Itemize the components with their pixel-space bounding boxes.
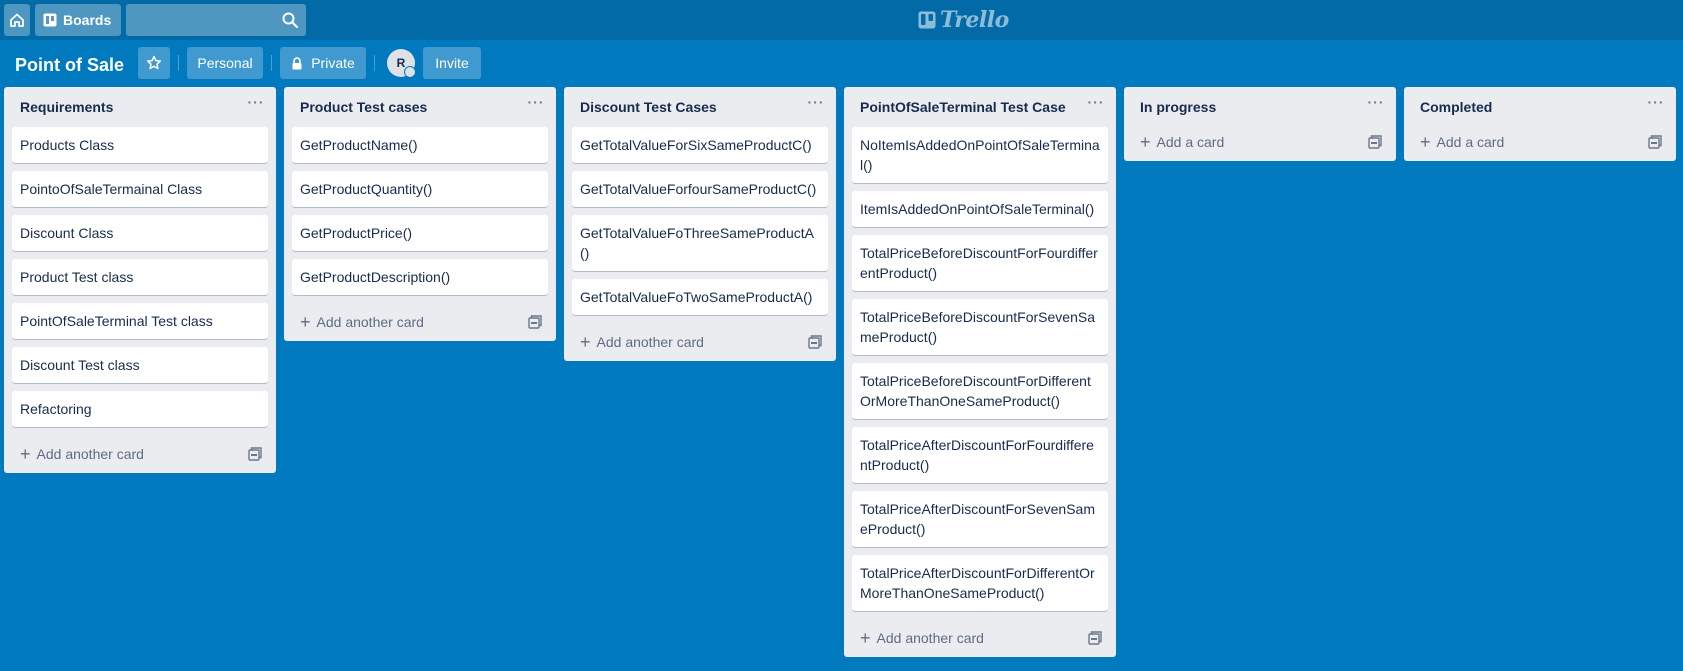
add-card-button[interactable]: + Add another card [844, 619, 1116, 657]
card[interactable]: Refactoring [12, 391, 268, 427]
card[interactable]: GetTotalValueForfourSameProductC() [572, 171, 828, 207]
header-divider [271, 55, 272, 71]
card[interactable]: GetProductQuantity() [292, 171, 548, 207]
search-box[interactable] [126, 4, 306, 36]
list-title[interactable]: Requirements [20, 99, 113, 115]
list-menu-icon[interactable]: ··· [1366, 95, 1386, 115]
card[interactable]: GetProductPrice() [292, 215, 548, 251]
card[interactable]: Product Test class [12, 259, 268, 295]
boards-icon [43, 13, 57, 27]
list-title[interactable]: In progress [1140, 99, 1216, 115]
list-title[interactable]: Completed [1420, 99, 1492, 115]
invite-label: Invite [435, 55, 469, 71]
list-menu-icon[interactable]: ··· [806, 95, 826, 115]
admin-badge-icon [404, 66, 416, 78]
plus-icon: + [300, 312, 311, 332]
card-template-icon[interactable] [248, 447, 262, 461]
card[interactable]: TotalPriceBeforeDiscountForSevenSameProd… [852, 299, 1108, 355]
list-title[interactable]: PointOfSaleTerminal Test Case [860, 99, 1066, 115]
add-card-button[interactable]: + Add another card [284, 303, 556, 341]
add-card-button[interactable]: + Add another card [4, 435, 276, 473]
list-menu-icon[interactable]: ··· [526, 95, 546, 115]
card[interactable]: GetTotalValueFoTwoSameProductA() [572, 279, 828, 315]
trello-logo[interactable]: Trello [918, 7, 1009, 33]
list-header[interactable]: PointOfSaleTerminal Test Case ··· [844, 87, 1116, 127]
list-requirements: Requirements ··· Products Class PointoOf… [4, 87, 276, 473]
top-header: Boards Trello [0, 0, 1683, 40]
plus-icon: + [580, 332, 591, 352]
add-card-button[interactable]: + Add a card [1124, 123, 1396, 161]
add-card-label: Add another card [596, 334, 704, 350]
privacy-button[interactable]: Private [280, 47, 366, 79]
card[interactable]: TotalPriceBeforeDiscountForFourdifferent… [852, 235, 1108, 291]
list-product-test-cases: Product Test cases ··· GetProductName() … [284, 87, 556, 341]
plus-icon: + [20, 444, 31, 464]
list-header[interactable]: Discount Test Cases ··· [564, 87, 836, 127]
trello-logo-icon [918, 11, 936, 29]
search-input[interactable] [126, 4, 276, 36]
card-template-icon[interactable] [808, 335, 822, 349]
add-card-label: Add another card [316, 314, 424, 330]
card-template-icon[interactable] [1088, 631, 1102, 645]
card[interactable]: TotalPriceBeforeDiscountForDifferentOrMo… [852, 363, 1108, 419]
lock-icon [292, 56, 302, 69]
personal-label: Personal [197, 55, 253, 71]
add-card-label: Add another card [36, 446, 144, 462]
list-menu-icon[interactable]: ··· [246, 95, 266, 115]
trello-logo-text: Trello [940, 7, 1009, 33]
card[interactable]: Discount Test class [12, 347, 268, 383]
list-menu-icon[interactable]: ··· [1646, 95, 1666, 115]
card[interactable]: TotalPriceAfterDiscountForFourdifferentP… [852, 427, 1108, 483]
card[interactable]: GetTotalValueForSixSameProductC() [572, 127, 828, 163]
card[interactable]: PointoOfSaleTermainal Class [12, 171, 268, 207]
invite-button[interactable]: Invite [423, 47, 481, 79]
list-title[interactable]: Discount Test Cases [580, 99, 717, 115]
search-icon[interactable] [282, 12, 298, 28]
home-icon [10, 13, 24, 27]
team-visibility-button[interactable]: Personal [187, 47, 263, 79]
card[interactable]: GetProductName() [292, 127, 548, 163]
home-button[interactable] [4, 4, 30, 36]
list-header[interactable]: Requirements ··· [4, 87, 276, 127]
list-in-progress: In progress ··· + Add a card [1124, 87, 1396, 161]
star-icon [146, 55, 162, 70]
card[interactable]: Discount Class [12, 215, 268, 251]
plus-icon: + [1420, 132, 1431, 152]
card[interactable]: ItemIsAddedOnPointOfSaleTerminal() [852, 191, 1108, 227]
card-template-icon[interactable] [1648, 135, 1662, 149]
add-card-button[interactable]: + Add a card [1404, 123, 1676, 161]
board-title[interactable]: Point of Sale [15, 49, 124, 81]
list-title[interactable]: Product Test cases [300, 99, 427, 115]
header-divider [178, 55, 179, 71]
header-divider [374, 55, 375, 71]
card-template-icon[interactable] [1368, 135, 1382, 149]
card-template-icon[interactable] [528, 315, 542, 329]
star-button[interactable] [138, 47, 170, 79]
boards-button[interactable]: Boards [35, 4, 121, 36]
list-completed: Completed ··· + Add a card [1404, 87, 1676, 161]
card[interactable]: GetProductDescription() [292, 259, 548, 295]
card[interactable]: Products Class [12, 127, 268, 163]
card[interactable]: NoItemIsAddedOnPointOfSaleTerminal() [852, 127, 1108, 183]
private-label: Private [311, 55, 355, 71]
card[interactable]: GetTotalValueFoThreeSameProductA() [572, 215, 828, 271]
card[interactable]: PointOfSaleTerminal Test class [12, 303, 268, 339]
boards-label: Boards [63, 12, 112, 28]
plus-icon: + [1140, 132, 1151, 152]
add-card-label: Add another card [876, 630, 984, 646]
list-pointofsaleterminal-test-case: PointOfSaleTerminal Test Case ··· NoItem… [844, 87, 1116, 657]
card[interactable]: TotalPriceAfterDiscountForSevenSameProdu… [852, 491, 1108, 547]
add-card-button[interactable]: + Add another card [564, 323, 836, 361]
add-card-label: Add a card [1436, 134, 1505, 150]
add-card-label: Add a card [1156, 134, 1225, 150]
list-menu-icon[interactable]: ··· [1086, 95, 1106, 115]
card[interactable]: TotalPriceAfterDiscountForDifferentOrMor… [852, 555, 1108, 611]
list-header[interactable]: Product Test cases ··· [284, 87, 556, 127]
list-discount-test-cases: Discount Test Cases ··· GetTotalValueFor… [564, 87, 836, 361]
plus-icon: + [860, 628, 871, 648]
list-header[interactable]: In progress ··· [1124, 87, 1396, 127]
list-header[interactable]: Completed ··· [1404, 87, 1676, 127]
